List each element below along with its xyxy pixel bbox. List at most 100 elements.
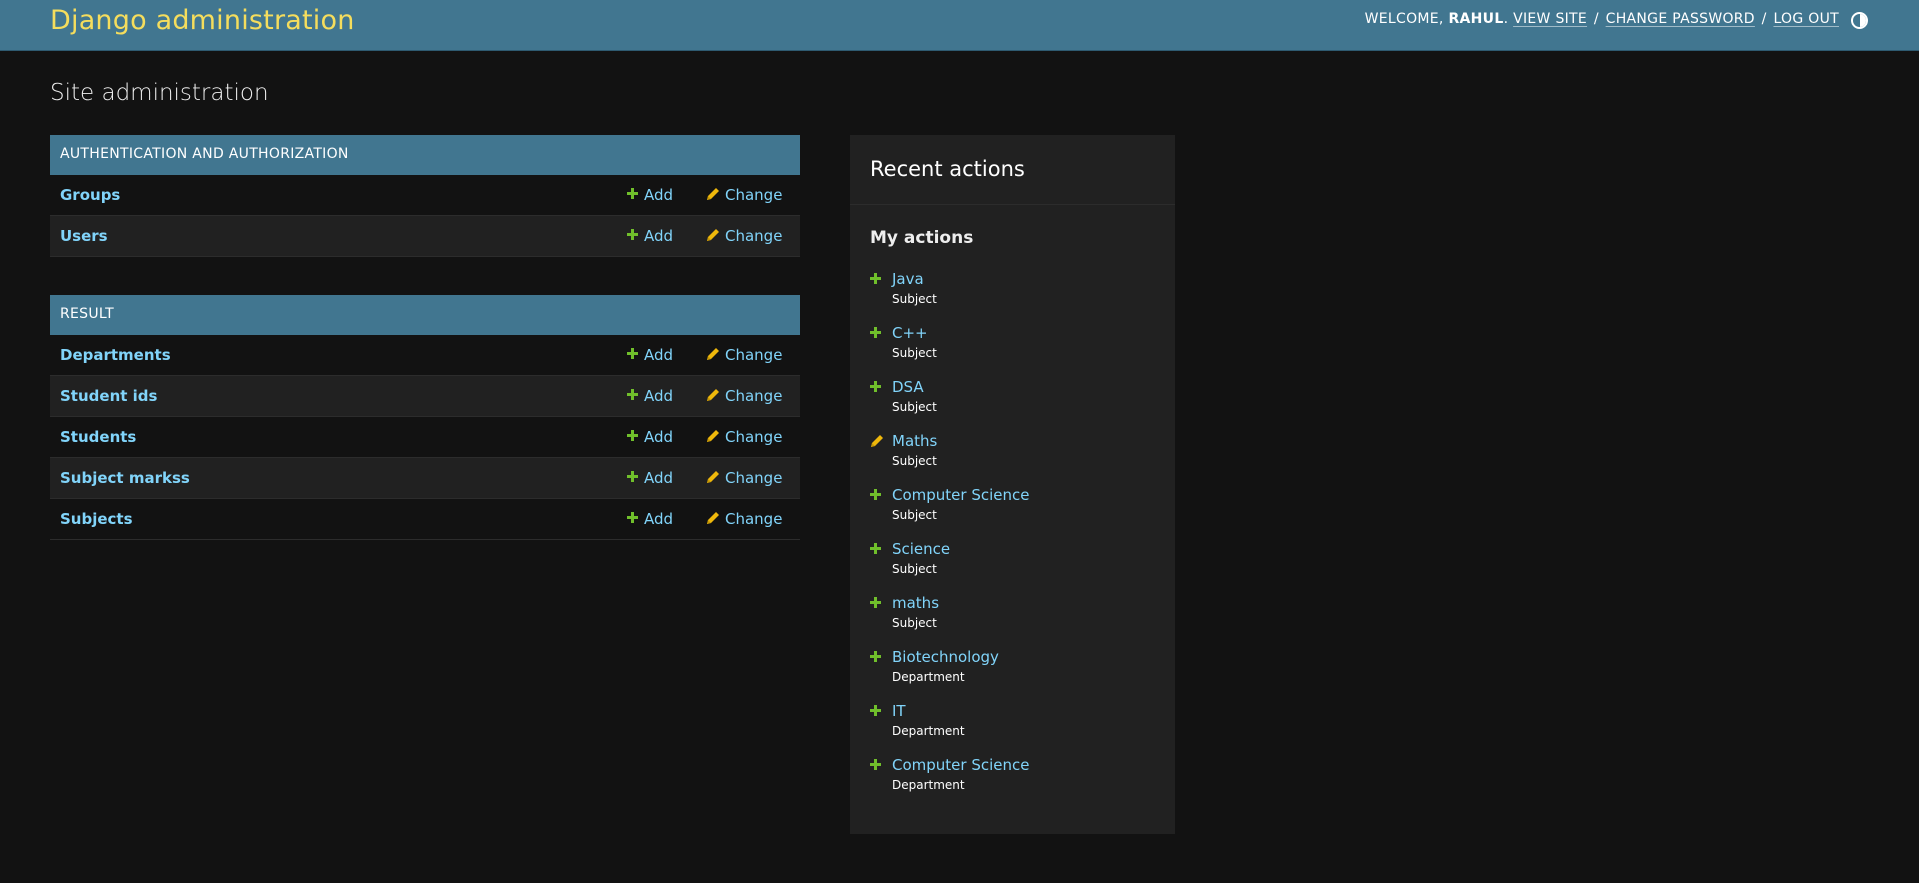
model-row-users: Users Add Change <box>50 216 800 257</box>
plus-icon <box>870 489 881 500</box>
add-student-ids-link[interactable]: Add <box>627 387 673 405</box>
action-item-link[interactable]: Computer Science <box>892 486 1029 504</box>
plus-icon <box>627 229 638 240</box>
action-item-link[interactable]: Biotechnology <box>892 648 999 666</box>
plus-icon <box>627 512 638 523</box>
action-item: C++ Subject <box>870 324 1160 378</box>
action-item: Maths Subject <box>870 432 1160 486</box>
module-result: RESULT Departments Add Change Student id… <box>50 295 800 540</box>
model-link-departments[interactable]: Departments <box>60 346 171 364</box>
username: RAHUL <box>1448 11 1504 27</box>
recent-actions-panel: Recent actions My actions Java Subject C++… <box>850 135 1175 834</box>
model-link-student-ids[interactable]: Student ids <box>60 387 157 405</box>
change-subjects-link[interactable]: Change <box>706 510 782 528</box>
model-row-groups: Groups Add Change <box>50 175 800 216</box>
action-item: Computer Science Department <box>870 756 1160 810</box>
action-item-link[interactable]: DSA <box>892 378 924 396</box>
my-actions-heading: My actions <box>870 228 974 248</box>
model-link-subject-markss[interactable]: Subject markss <box>60 469 190 487</box>
pencil-icon <box>707 430 719 442</box>
user-tools: WELCOME, RAHUL. VIEW SITE / CHANGE PASSW… <box>1364 11 1839 27</box>
action-item-type: Department <box>892 670 965 684</box>
pencil-icon <box>707 229 719 241</box>
change-student-ids-link[interactable]: Change <box>706 387 782 405</box>
action-item-type: Subject <box>892 616 937 630</box>
pencil-icon <box>707 512 719 524</box>
module-caption[interactable]: AUTHENTICATION AND AUTHORIZATION <box>50 135 800 175</box>
action-item-type: Subject <box>892 292 937 306</box>
change-departments-link[interactable]: Change <box>706 346 782 364</box>
plus-icon <box>870 381 881 392</box>
pencil-icon <box>707 471 719 483</box>
add-departments-link[interactable]: Add <box>627 346 673 364</box>
module-caption[interactable]: RESULT <box>50 295 800 335</box>
change-subject-markss-link[interactable]: Change <box>706 469 782 487</box>
plus-icon <box>870 597 881 608</box>
log-out-link[interactable]: LOG OUT <box>1773 11 1839 27</box>
site-header: Django administration WELCOME, RAHUL. VI… <box>0 0 1919 51</box>
action-item: Java Subject <box>870 270 1160 324</box>
change-students-link[interactable]: Change <box>706 428 782 446</box>
plus-icon <box>870 273 881 284</box>
action-item: Science Subject <box>870 540 1160 594</box>
welcome-text: WELCOME, <box>1364 11 1444 27</box>
action-item-link[interactable]: Science <box>892 540 950 558</box>
action-item-link[interactable]: Java <box>892 270 924 288</box>
plus-icon <box>627 188 638 199</box>
view-site-link[interactable]: VIEW SITE <box>1513 11 1587 27</box>
add-users-link[interactable]: Add <box>627 227 673 245</box>
action-item-link[interactable]: Maths <box>892 432 937 450</box>
action-item-type: Department <box>892 778 965 792</box>
theme-toggle-icon[interactable] <box>1851 12 1868 29</box>
divider <box>850 204 1175 205</box>
action-item-type: Subject <box>892 346 937 360</box>
separator: / <box>1761 11 1767 27</box>
action-item-link[interactable]: IT <box>892 702 906 720</box>
action-item: DSA Subject <box>870 378 1160 432</box>
action-item-type: Department <box>892 724 965 738</box>
add-students-link[interactable]: Add <box>627 428 673 446</box>
plus-icon <box>627 348 638 359</box>
module-authentication-and-authorization: AUTHENTICATION AND AUTHORIZATION Groups … <box>50 135 800 257</box>
separator: / <box>1593 11 1599 27</box>
action-item-type: Subject <box>892 454 937 468</box>
model-row-subject-markss: Subject markss Add Change <box>50 458 800 499</box>
model-link-users[interactable]: Users <box>60 227 108 245</box>
add-subject-markss-link[interactable]: Add <box>627 469 673 487</box>
plus-icon <box>627 389 638 400</box>
pencil-icon <box>707 348 719 360</box>
action-item-link[interactable]: maths <box>892 594 939 612</box>
model-link-students[interactable]: Students <box>60 428 136 446</box>
add-groups-link[interactable]: Add <box>627 186 673 204</box>
model-link-groups[interactable]: Groups <box>60 186 120 204</box>
plus-icon <box>870 759 881 770</box>
actions-list: Java Subject C++ Subject DSA Subject Maths Subj… <box>870 270 1160 810</box>
pencil-icon <box>707 389 719 401</box>
action-item-link[interactable]: C++ <box>892 324 928 342</box>
plus-icon <box>870 705 881 716</box>
change-groups-link[interactable]: Change <box>706 186 782 204</box>
action-item: Biotechnology Department <box>870 648 1160 702</box>
pencil-icon <box>871 435 883 447</box>
model-row-subjects: Subjects Add Change <box>50 499 800 540</box>
change-users-link[interactable]: Change <box>706 227 782 245</box>
change-password-link[interactable]: CHANGE PASSWORD <box>1606 11 1755 27</box>
model-row-departments: Departments Add Change <box>50 335 800 376</box>
action-item: Computer Science Subject <box>870 486 1160 540</box>
site-branding[interactable]: Django administration <box>50 5 355 36</box>
action-item-link[interactable]: Computer Science <box>892 756 1029 774</box>
plus-icon <box>870 543 881 554</box>
pencil-icon <box>707 188 719 200</box>
action-item-type: Subject <box>892 562 937 576</box>
plus-icon <box>870 327 881 338</box>
plus-icon <box>627 430 638 441</box>
add-subjects-link[interactable]: Add <box>627 510 673 528</box>
action-item-type: Subject <box>892 400 937 414</box>
page-title: Site administration <box>50 80 269 106</box>
recent-actions-title: Recent actions <box>870 157 1025 181</box>
action-item: maths Subject <box>870 594 1160 648</box>
model-row-student-ids: Student ids Add Change <box>50 376 800 417</box>
action-item: IT Department <box>870 702 1160 756</box>
model-link-subjects[interactable]: Subjects <box>60 510 133 528</box>
model-row-students: Students Add Change <box>50 417 800 458</box>
